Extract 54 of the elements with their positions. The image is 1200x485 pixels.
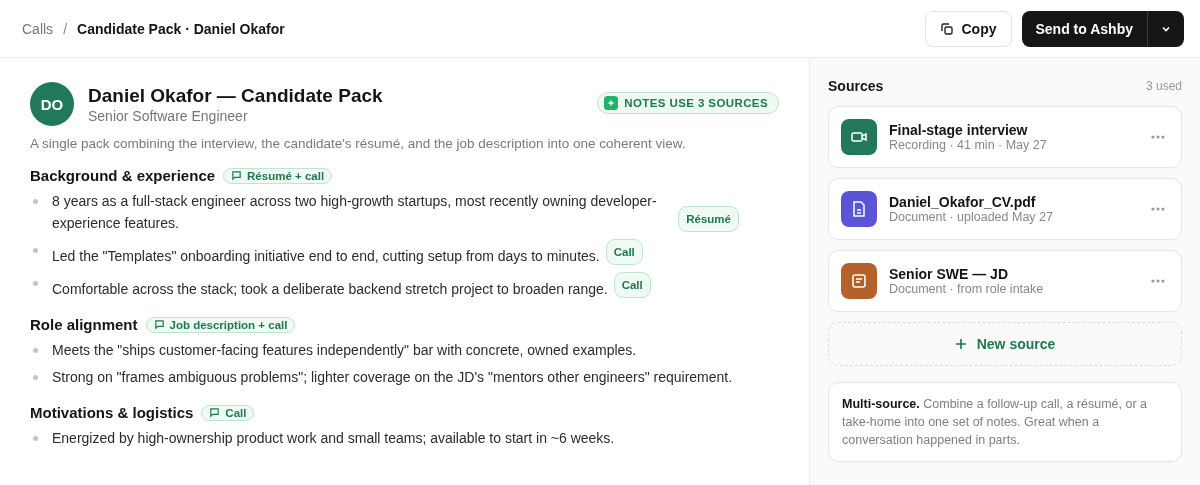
source-tag: Résumé xyxy=(678,206,739,232)
breadcrumb-separator: / xyxy=(63,20,67,37)
source-meta: Recording · 41 min · May 27 xyxy=(889,138,1048,152)
section-title: Motivations & logistics xyxy=(30,404,194,421)
comment-icon xyxy=(209,407,221,418)
hint-text: Multi-source. Combine a follow-up call, a résumé, or a take-home into one set of notes. Great when a conversation happened in parts. xyxy=(828,382,1182,462)
bullet-icon xyxy=(33,281,38,286)
source-meta: Document · from role intake xyxy=(889,282,1045,296)
bullet-text: Meets the "ships customer-facing features independently" bar with concrete, owned examples. xyxy=(52,341,637,360)
plus-icon xyxy=(954,338,967,350)
breadcrumb-link[interactable]: Calls xyxy=(22,20,54,37)
source-name: Final-stage interview xyxy=(889,122,1029,138)
source-card[interactable]: Daniel_Okafor_CV.pdf Document · uploaded May 27 xyxy=(828,178,1182,240)
note-icon xyxy=(851,273,867,289)
more-icon xyxy=(1151,279,1165,283)
candidate-name: Daniel Okafor — Candidate Pack xyxy=(88,84,384,108)
source-name: Senior SWE — JD xyxy=(889,266,1010,282)
bullet-text: Strong on "frames ambiguous problems"; lighter coverage on the JD's "mentors other engineers" requirement. xyxy=(52,368,733,387)
source-tag: Job description + call xyxy=(145,316,296,333)
sources-count: 3 used xyxy=(1145,79,1182,93)
source-tag: Call xyxy=(613,272,651,298)
page-title: Candidate Pack · Daniel Okafor xyxy=(77,20,285,37)
copy-button[interactable]: Copy xyxy=(924,10,1012,47)
bullet-text: Energized by high-ownership product work and small teams; available to start in ~6 weeks. xyxy=(52,429,615,448)
copy-icon xyxy=(939,21,954,36)
source-name: Daniel_Okafor_CV.pdf xyxy=(889,194,1037,210)
more-icon xyxy=(1151,135,1165,139)
source-meta: Document · uploaded May 27 xyxy=(889,210,1054,224)
avatar: DO xyxy=(30,82,74,126)
bullet-icon xyxy=(33,248,38,253)
section-title: Background & experience xyxy=(30,167,216,184)
candidate-role: Senior Software Engineer xyxy=(88,108,249,124)
document-icon xyxy=(851,200,867,218)
bullet-icon xyxy=(33,375,38,380)
bullet-text: 8 years as a full-stack engineer across two high-growth startups, most recently owning developer-experience features. xyxy=(52,192,658,233)
sources-badge: NOTES USE 3 SOURCES xyxy=(597,92,779,114)
section-title: Role alignment xyxy=(30,316,138,333)
summary-text: A single pack combining the interview, the candidate's résumé, and the job description into one coherent view. xyxy=(30,136,687,151)
comment-icon xyxy=(153,319,165,330)
bullet-icon xyxy=(33,199,38,204)
sparkle-icon xyxy=(604,96,619,110)
source-tag: Call xyxy=(201,404,255,421)
bullet-icon xyxy=(33,436,38,441)
source-tag: Résumé + call xyxy=(223,167,333,184)
source-tag: Call xyxy=(605,239,643,265)
comment-icon xyxy=(231,170,243,181)
source-card[interactable]: Final-stage interview Recording · 41 min · May 27 xyxy=(828,106,1182,168)
new-source-button[interactable]: New source xyxy=(828,322,1182,366)
bullet-text: Led the "Templates" onboarding initiative end to end, cutting setup from days to minutes. xyxy=(52,247,600,266)
source-card[interactable]: Senior SWE — JD Document · from role intake xyxy=(828,250,1182,312)
sidebar-title: Sources xyxy=(828,78,884,94)
more-icon xyxy=(1151,207,1165,211)
bullet-icon xyxy=(33,348,38,353)
bullet-text: Comfortable across the stack; took a deliberate backend stretch project to broaden range. xyxy=(52,280,608,299)
